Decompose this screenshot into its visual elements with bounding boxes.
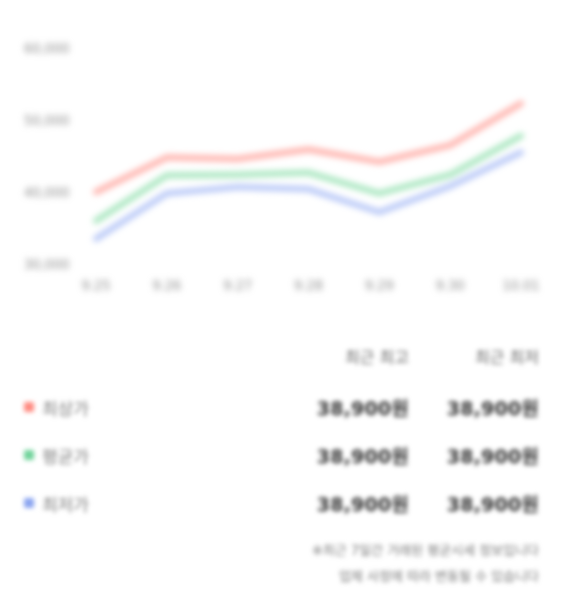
x-tick-label: 9.28 [294, 279, 323, 294]
price-trend-page: 60,000 50,000 40,000 30,000 9.25 9.26 9.27 9.2… [0, 0, 563, 611]
legend-swatch-lowest [24, 498, 34, 508]
y-axis-ticks: 60,000 50,000 40,000 30,000 [24, 42, 70, 273]
row-value-low: 38,900원 [446, 446, 539, 468]
x-axis-ticks: 9.25 9.26 9.27 9.28 9.29 9.30 10.01 [82, 279, 540, 294]
row-value-low: 38,900원 [446, 494, 539, 516]
y-tick-label: 60,000 [24, 42, 70, 57]
series-lines [93, 100, 524, 242]
row-label: 최상가 [42, 400, 89, 420]
x-tick-label: 9.27 [223, 279, 252, 294]
x-tick-label: 9.30 [436, 279, 465, 294]
row-value-high: 38,900원 [316, 494, 409, 516]
legend-swatch-average [24, 450, 34, 460]
header-recent-high: 최근 최고 [345, 348, 409, 367]
footnote-line-2: 업체 사정에 따라 변동될 수 있습니다 [338, 570, 539, 585]
stats-row-average-price: 평균가 38,900원 38,900원 [0, 440, 563, 472]
series-line-2 [93, 149, 524, 242]
y-tick-label: 40,000 [24, 186, 70, 201]
footnote-line-1: ※최근 7일간 거래된 평균시세 정보입니다 [311, 544, 539, 559]
x-tick-label: 9.26 [152, 279, 181, 294]
row-value-high: 38,900원 [316, 446, 409, 468]
header-recent-low: 최근 최저 [475, 348, 539, 367]
x-tick-label: 9.25 [82, 279, 111, 294]
stats-row-lowest-price: 최저가 38,900원 38,900원 [0, 488, 563, 520]
y-tick-label: 30,000 [24, 258, 70, 273]
row-label: 최저가 [42, 496, 89, 516]
row-value-high: 38,900원 [316, 398, 409, 420]
row-label: 평균가 [42, 448, 89, 468]
legend-swatch-top [24, 402, 34, 412]
row-value-low: 38,900원 [446, 398, 539, 420]
stats-row-top-price: 최상가 38,900원 38,900원 [0, 392, 563, 424]
x-tick-label: 10.01 [502, 279, 539, 294]
y-tick-label: 50,000 [24, 114, 70, 129]
x-tick-label: 9.29 [365, 279, 394, 294]
price-line-chart: 60,00050,00040,00030,000 9.25 9.26 9.27 9.2… [24, 42, 540, 294]
